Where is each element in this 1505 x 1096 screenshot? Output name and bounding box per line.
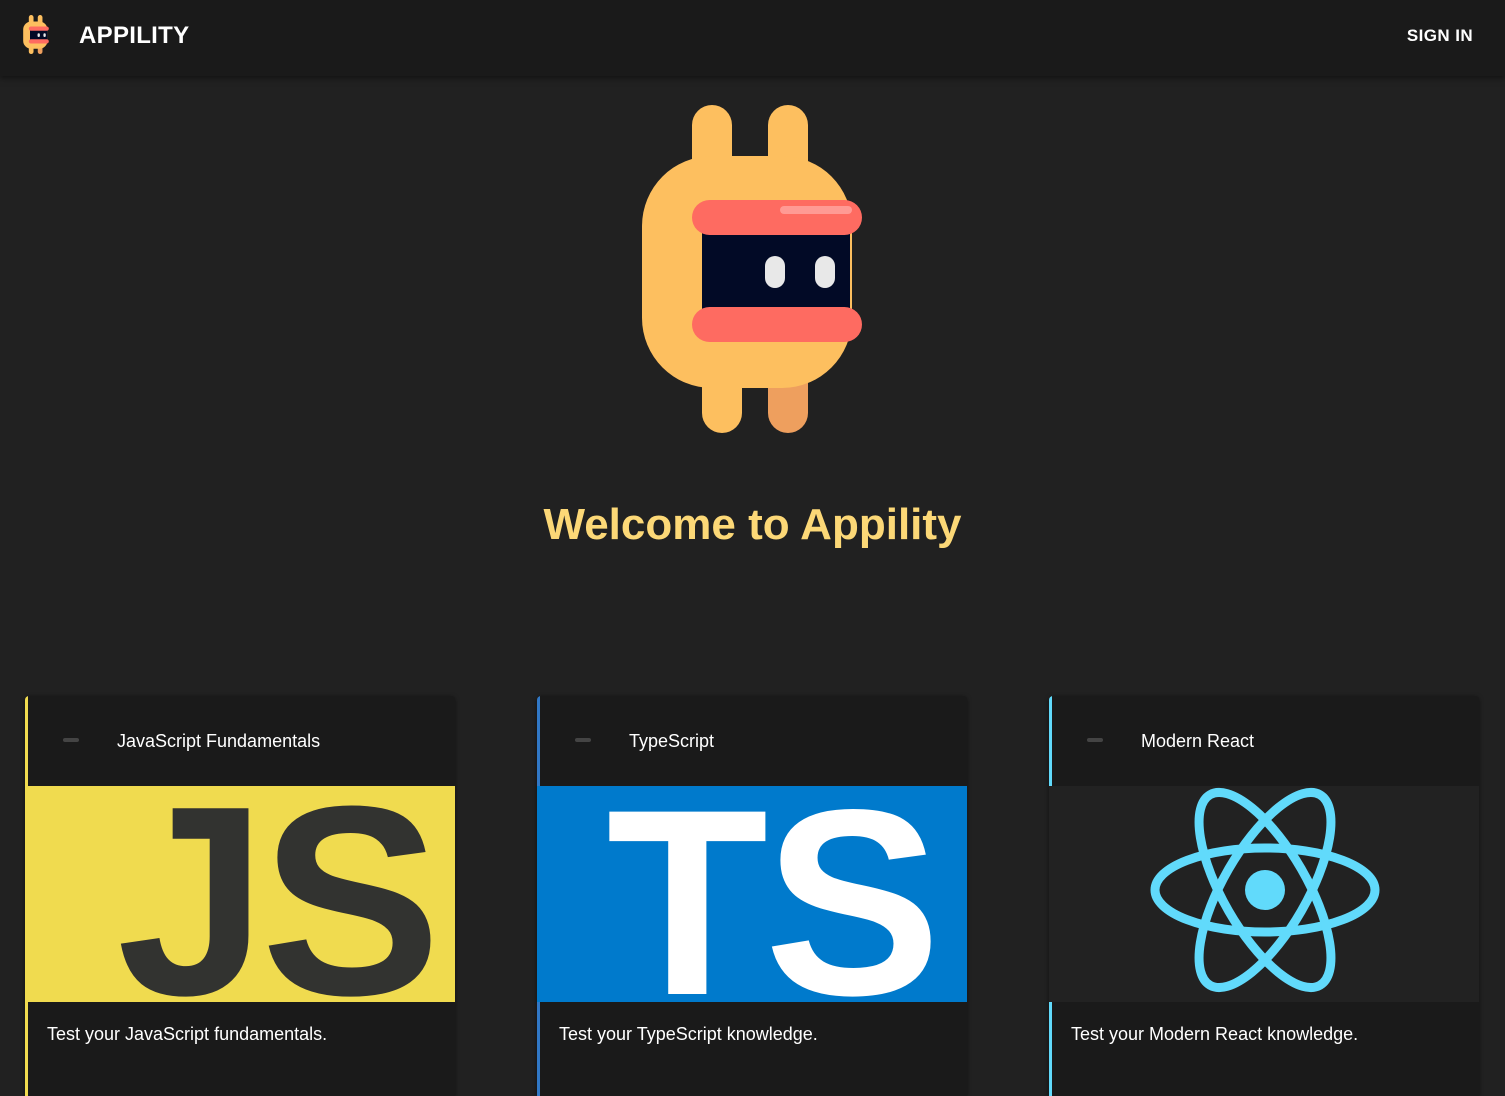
appility-logo-icon[interactable] [20, 15, 52, 55]
card-description: Test your JavaScript fundamentals. [47, 1024, 328, 1044]
dash-icon [1087, 738, 1103, 742]
typescript-logo-text: TS [606, 786, 937, 1002]
javascript-logo-text: JS [117, 786, 435, 1002]
card-header: JavaScript Fundamentals [25, 696, 455, 786]
dash-icon [63, 738, 79, 742]
card-description: Test your TypeScript knowledge. [559, 1024, 818, 1044]
card-title[interactable]: JavaScript Fundamentals [117, 731, 320, 752]
course-card-react[interactable]: Modern React Test your Modern React know… [1049, 696, 1479, 1096]
app-bar: APPILITY SIGN IN [0, 0, 1505, 76]
javascript-logo-icon[interactable]: JS [25, 786, 455, 1002]
brand-title[interactable]: APPILITY [79, 22, 189, 50]
card-title[interactable]: TypeScript [629, 731, 714, 752]
dash-icon [575, 738, 591, 742]
card-header: TypeScript [537, 696, 967, 786]
course-card-typescript[interactable]: TypeScript TS Test your TypeScript knowl… [537, 696, 967, 1096]
typescript-logo-icon[interactable]: TS [537, 786, 967, 1002]
card-header: Modern React [1049, 696, 1479, 786]
appility-mascot-icon [642, 105, 862, 433]
card-title[interactable]: Modern React [1141, 731, 1254, 752]
react-logo-icon[interactable] [1049, 786, 1479, 1002]
sign-in-button[interactable]: SIGN IN [1397, 24, 1483, 48]
welcome-heading: Welcome to Appility [543, 500, 962, 549]
card-description: Test your Modern React knowledge. [1071, 1024, 1359, 1044]
course-card-javascript[interactable]: JavaScript Fundamentals JS Test your Jav… [25, 696, 455, 1096]
